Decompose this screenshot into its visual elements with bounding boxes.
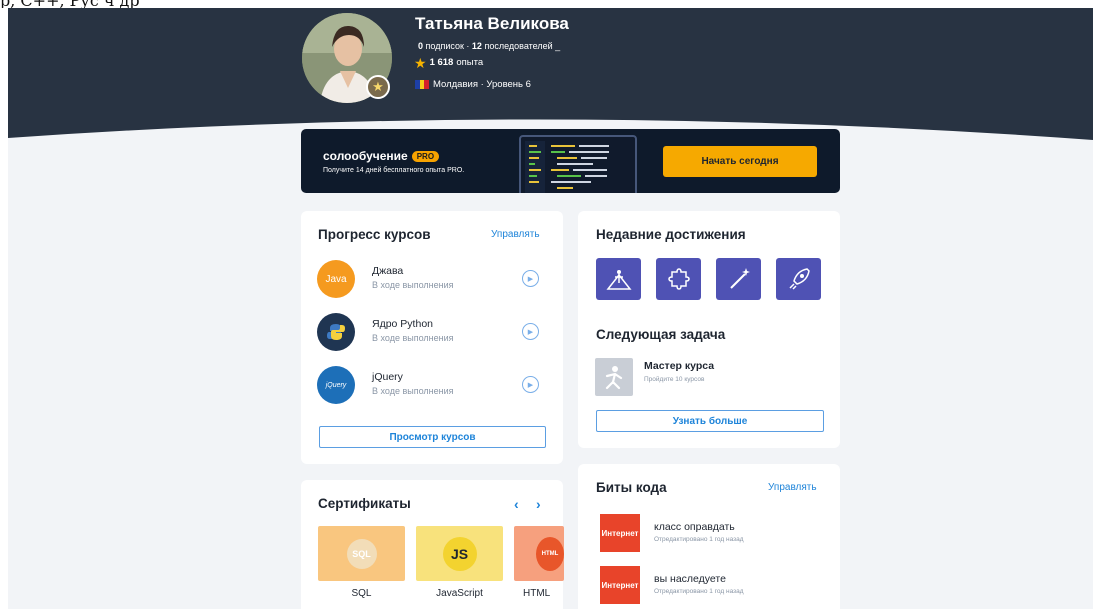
course-status: В ходе выполнения: [372, 280, 454, 290]
course-name: Джава: [372, 265, 404, 277]
code-bit-meta: Отредактировано 1 год назад: [654, 588, 744, 595]
certificate-html[interactable]: HTML: [514, 526, 564, 581]
followers-count[interactable]: 0: [418, 41, 423, 51]
xp-star-icon: ★: [414, 54, 427, 71]
course-progress-title: Прогресс курсов: [318, 227, 431, 242]
course-name: Ядро Python: [372, 318, 433, 330]
code-bit-row[interactable]: Интернет класс оправдать Отредактировано…: [600, 514, 820, 554]
python-icon: [317, 313, 355, 351]
banner-brand-name: солообучение: [323, 149, 408, 163]
profile-location: Молдавия · Уровень 6: [415, 79, 531, 90]
followers-label[interactable]: подписок: [426, 41, 464, 51]
continue-course-icon[interactable]: ▶: [522, 270, 539, 287]
following-count[interactable]: 12: [472, 41, 482, 51]
certificate-label: JavaScript: [436, 588, 483, 599]
certificates-title: Сертификаты: [318, 496, 411, 511]
certificate-label: HTML: [523, 588, 551, 599]
java-icon: Java: [317, 260, 355, 298]
manage-courses-link[interactable]: Управлять: [491, 229, 540, 240]
trophy-climber-icon[interactable]: [596, 258, 641, 300]
course-status: В ходе выполнения: [372, 333, 454, 343]
pro-promo-banner: солообучение PRO Получите 14 дней беспла…: [301, 129, 840, 193]
code-bit-row[interactable]: Интернет вы наследуете Отредактировано 1…: [600, 566, 820, 606]
next-task-description: Пройдите 10 курсов: [644, 376, 705, 383]
course-status: В ходе выполнения: [372, 386, 454, 396]
location-level: Молдавия · Уровень 6: [433, 79, 531, 90]
level-badge-icon: ★: [366, 75, 390, 99]
code-bit-thumbnail: Интернет: [600, 514, 640, 552]
moldova-flag-icon: [415, 80, 430, 89]
certificates-card: Сертификаты ‹ › SQL JS HTML SQL JavaScri…: [301, 480, 564, 609]
certificate-javascript[interactable]: JS: [416, 526, 503, 581]
code-bits-card: Биты кода Управлять Интернет класс оправ…: [578, 464, 840, 609]
course-row-jquery[interactable]: jQuery jQuery В ходе выполнения ▶: [317, 366, 545, 406]
code-bit-name: вы наследуете: [654, 573, 726, 585]
code-bits-title: Биты кода: [596, 480, 667, 495]
learn-more-button[interactable]: Узнать больше: [596, 410, 824, 432]
course-master-icon: [595, 358, 633, 396]
following-label[interactable]: последователей: [484, 41, 552, 51]
code-bit-name: класс оправдать: [654, 521, 735, 533]
certificate-label: SQL: [351, 588, 372, 599]
chevron-right-icon[interactable]: ›: [536, 496, 541, 512]
code-bit-thumbnail: Интернет: [600, 566, 640, 604]
cursor-underscore: _: [555, 41, 561, 51]
clipped-page-text: р, C++, Рус ч др: [0, 0, 1097, 8]
course-row-java[interactable]: Java Джава В ходе выполнения ▶: [317, 260, 545, 300]
banner-brand: солообучение PRO: [323, 149, 440, 163]
sql-badge: SQL: [346, 538, 377, 569]
achievements-card: Недавние достижения Следующая задача Мас…: [578, 211, 840, 448]
xp-label: опыта: [456, 57, 484, 68]
next-task-name: Мастер курса: [644, 360, 715, 372]
profile-xp: ★ 1 618 опыта: [414, 54, 484, 71]
js-badge: JS: [442, 536, 477, 571]
continue-course-icon[interactable]: ▶: [522, 323, 539, 340]
certificate-sql[interactable]: SQL: [318, 526, 405, 581]
course-name: jQuery: [372, 371, 403, 383]
view-courses-button[interactable]: Просмотр курсов: [319, 426, 546, 448]
achievements-title: Недавние достижения: [596, 227, 746, 242]
jquery-icon: jQuery: [317, 366, 355, 404]
course-progress-card: Прогресс курсов Управлять Java Джава В х…: [301, 211, 563, 464]
continue-course-icon[interactable]: ▶: [522, 376, 539, 393]
rocket-icon[interactable]: [776, 258, 821, 300]
chevron-left-icon[interactable]: ‹: [514, 496, 519, 512]
profile-page: ★ Татьяна Великова 0 подписок · 12 после…: [8, 8, 1093, 609]
start-today-button[interactable]: Начать сегодня: [663, 146, 817, 177]
magic-wand-icon[interactable]: [716, 258, 761, 300]
profile-name: Татьяна Великова: [415, 14, 569, 33]
banner-subtitle: Получите 14 дней бесплатного опыта PRO.: [323, 167, 465, 174]
code-bit-meta: Отредактировано 1 год назад: [654, 536, 744, 543]
manage-code-bits-link[interactable]: Управлять: [768, 482, 817, 493]
xp-value: 1 618: [429, 57, 454, 68]
code-illustration: [519, 135, 637, 193]
course-row-python[interactable]: Ядро Python В ходе выполнения ▶: [317, 313, 545, 353]
next-task-title: Следующая задача: [596, 327, 726, 342]
code-lines-illustration: [525, 141, 609, 193]
profile-follow-stats: 0 подписок · 12 последователей _: [418, 41, 561, 51]
html-badge: HTML: [536, 536, 564, 571]
puzzle-icon[interactable]: [656, 258, 701, 300]
pro-badge: PRO: [411, 150, 440, 162]
